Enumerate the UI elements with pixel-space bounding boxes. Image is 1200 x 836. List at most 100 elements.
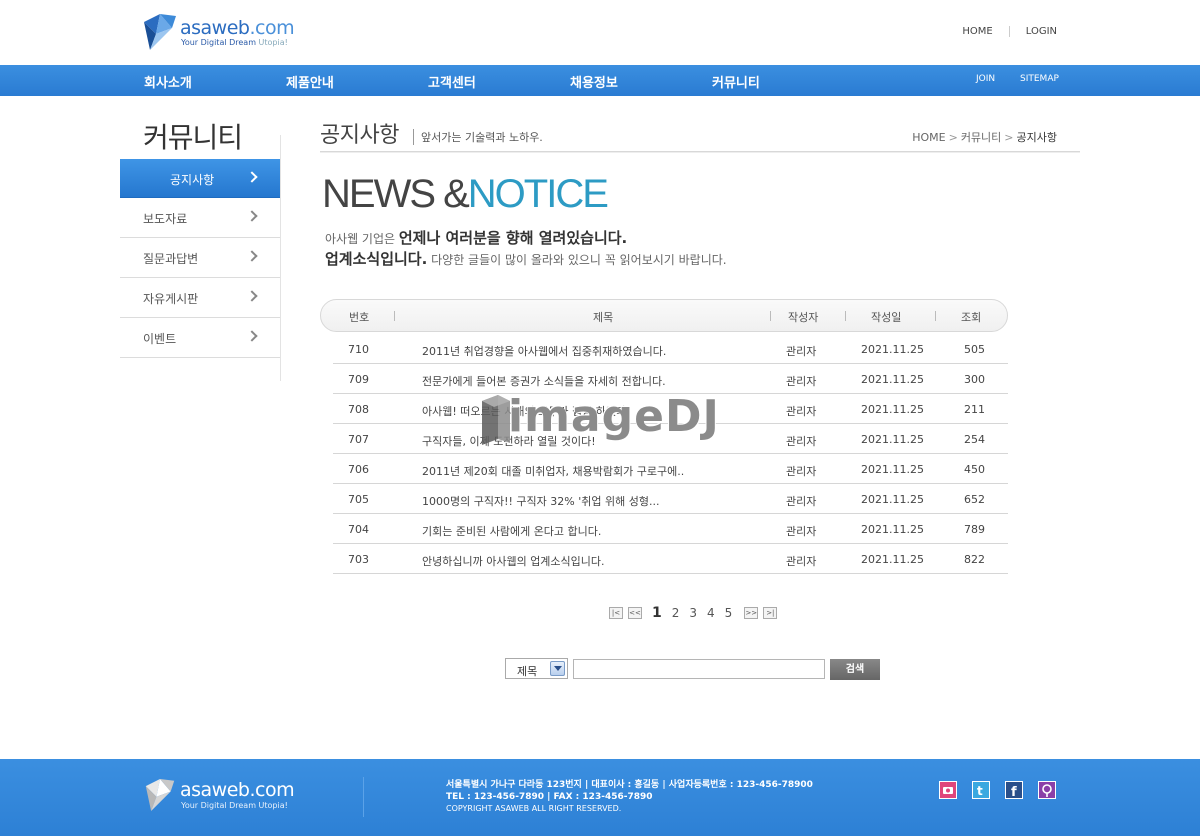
row-author: 관리자 [786, 495, 817, 508]
page-number-current[interactable]: 1 [652, 605, 662, 621]
logo-mark-icon [145, 779, 175, 811]
row-date: 2021.11.25 [861, 403, 924, 416]
nav-item-products[interactable]: 제품안내 [286, 72, 334, 91]
sidebar-item-notice[interactable]: 공지사항 [120, 159, 280, 198]
breadcrumb-current: 공지사항 [1016, 131, 1057, 144]
breadcrumb-home[interactable]: HOME [912, 131, 945, 144]
row-no: 703 [348, 553, 369, 566]
row-title-link[interactable]: 아사웹! 떠오르는 시대의 모두가 집중 하였다 [422, 403, 626, 419]
row-title-link[interactable]: 1000명의 구직자!! 구직자 32% '취업 위해 성형... [422, 493, 659, 509]
pin-icon[interactable] [1038, 781, 1056, 799]
divider [320, 152, 1080, 153]
col-header-views: 조회 [961, 311, 982, 324]
breadcrumb-community[interactable]: 커뮤니티 [961, 131, 1001, 144]
join-link[interactable]: JOIN [976, 74, 995, 84]
row-author: 관리자 [786, 525, 817, 538]
footer-brand-suffix: .com [249, 779, 295, 801]
row-title-link[interactable]: 2011년 제20회 대졸 미취업자, 채용박람회가 구로구에.. [422, 463, 684, 479]
intro-text: 다양한 글들이 많이 올라와 있으니 꼭 읽어보시기 바랍니다. [427, 253, 727, 267]
table-row[interactable]: 705 1000명의 구직자!! 구직자 32% '취업 위해 성형... 관리… [333, 484, 1008, 514]
footer-tagline: Your Digital Dream Utopia! [181, 801, 288, 810]
news-heading-dark: NEWS & [322, 172, 470, 216]
top-links: HOME LOGIN [962, 26, 1057, 37]
page-number[interactable]: 4 [707, 606, 715, 620]
footer-brand: asaweb [180, 779, 250, 801]
nav-item-community[interactable]: 커뮤니티 [712, 72, 760, 91]
page-title: 공지사항 [320, 123, 399, 148]
page-number[interactable]: 2 [672, 606, 680, 620]
logo[interactable]: asaweb.com Your Digital Dream Utopia! [142, 12, 295, 54]
table-header: 번호 제목 작성자 작성일 조회 [320, 299, 1008, 332]
page-number[interactable]: 3 [689, 606, 697, 620]
prev-page-button[interactable]: << [628, 607, 642, 619]
sidebar-item-label: 보도자료 [143, 212, 188, 226]
row-date: 2021.11.25 [861, 553, 924, 566]
news-heading: NEWS &NOTICE [322, 172, 609, 217]
divider [935, 311, 936, 321]
row-date: 2021.11.25 [861, 493, 924, 506]
divider [363, 777, 364, 817]
home-link[interactable]: HOME [962, 26, 992, 37]
table-row[interactable]: 708 아사웹! 떠오르는 시대의 모두가 집중 하였다 관리자 2021.11… [333, 394, 1008, 424]
nav-item-careers[interactable]: 채용정보 [570, 72, 618, 91]
row-views: 789 [964, 523, 985, 536]
twitter-icon[interactable]: t [972, 781, 990, 799]
sidebar-item-label: 이벤트 [143, 332, 177, 346]
sidebar-item-qna[interactable]: 질문과답변 [120, 238, 280, 278]
row-title-link[interactable]: 안녕하십니까 아사웹의 업계소식입니다. [422, 553, 605, 569]
row-author: 관리자 [786, 375, 817, 388]
camera-icon[interactable] [939, 781, 957, 799]
footer-logo[interactable]: asaweb.com Your Digital Dream Utopia! [144, 777, 295, 817]
search-input[interactable] [573, 659, 825, 679]
table-row[interactable]: 704 기회는 준비된 사람에게 온다고 합니다. 관리자 2021.11.25… [333, 514, 1008, 544]
row-views: 505 [964, 343, 985, 356]
row-title-link[interactable]: 전문가에게 들어본 증권가 소식들을 자세히 전합니다. [422, 373, 666, 389]
row-no: 710 [348, 343, 369, 356]
logo-brand: asaweb [180, 17, 250, 39]
table-row[interactable]: 709 전문가에게 들어본 증권가 소식들을 자세히 전합니다. 관리자 202… [333, 364, 1008, 394]
row-views: 652 [964, 493, 985, 506]
footer-contact: TEL : 123-456-7890 | FAX : 123-456-7890 [446, 792, 653, 802]
sidebar-item-label: 질문과답변 [143, 252, 199, 266]
login-link[interactable]: LOGIN [1026, 26, 1057, 37]
col-header-no: 번호 [349, 311, 370, 324]
table-row[interactable]: 703 안녕하십니까 아사웹의 업계소식입니다. 관리자 2021.11.25 … [333, 544, 1008, 574]
sidebar-item-board[interactable]: 자유게시판 [120, 278, 280, 318]
sidebar-item-event[interactable]: 이벤트 [120, 318, 280, 358]
row-title-link[interactable]: 구직자들, 이제 도전하라 열릴 것이다! [422, 433, 596, 449]
facebook-icon[interactable]: f [1005, 781, 1023, 800]
last-page-button[interactable]: >| [763, 607, 778, 619]
row-title-link[interactable]: 기회는 준비된 사람에게 온다고 합니다. [422, 523, 601, 539]
search-field-select[interactable]: 제목 [505, 658, 568, 679]
breadcrumb: HOME > 커뮤니티 > 공지사항 [912, 129, 1057, 145]
table-row[interactable]: 706 2011년 제20회 대졸 미취업자, 채용박람회가 구로구에.. 관리… [333, 454, 1008, 484]
row-no: 705 [348, 493, 369, 506]
sidebar-title: 커뮤니티 [143, 121, 243, 154]
chevron-down-icon[interactable] [550, 661, 565, 676]
row-author: 관리자 [786, 555, 817, 568]
nav-item-support[interactable]: 고객센터 [428, 72, 476, 91]
chevron-right-icon [246, 210, 258, 222]
next-page-button[interactable]: >> [744, 607, 759, 619]
table-row[interactable]: 707 구직자들, 이제 도전하라 열릴 것이다! 관리자 2021.11.25… [333, 424, 1008, 454]
row-title-link[interactable]: 2011년 취업경향을 아사웹에서 집중취재하였습니다. [422, 343, 666, 359]
intro-emphasis: 업계소식입니다. [325, 250, 428, 268]
nav-item-company[interactable]: 회사소개 [144, 72, 192, 91]
sidebar-item-press[interactable]: 보도자료 [120, 198, 280, 238]
row-date: 2021.11.25 [861, 463, 924, 476]
intro-line-2: 업계소식입니다. 다양한 글들이 많이 올라와 있으니 꼭 읽어보시기 바랍니다… [325, 248, 727, 269]
sitemap-link[interactable]: SITEMAP [1020, 74, 1059, 84]
row-views: 300 [964, 373, 985, 386]
search-button[interactable]: 검색 [830, 659, 880, 680]
first-page-button[interactable]: |< [609, 607, 623, 619]
table-row[interactable]: 710 2011년 취업경향을 아사웹에서 집중취재하였습니다. 관리자 202… [333, 334, 1008, 364]
page: asaweb.com Your Digital Dream Utopia! HO… [0, 0, 1200, 836]
col-header-date: 작성일 [871, 311, 902, 324]
row-views: 822 [964, 553, 985, 566]
col-header-title: 제목 [593, 311, 614, 324]
svg-text:t: t [977, 784, 983, 798]
search-field-value: 제목 [517, 665, 538, 678]
row-date: 2021.11.25 [861, 433, 924, 446]
news-heading-accent: NOTICE [467, 172, 609, 216]
page-number[interactable]: 5 [725, 606, 733, 620]
